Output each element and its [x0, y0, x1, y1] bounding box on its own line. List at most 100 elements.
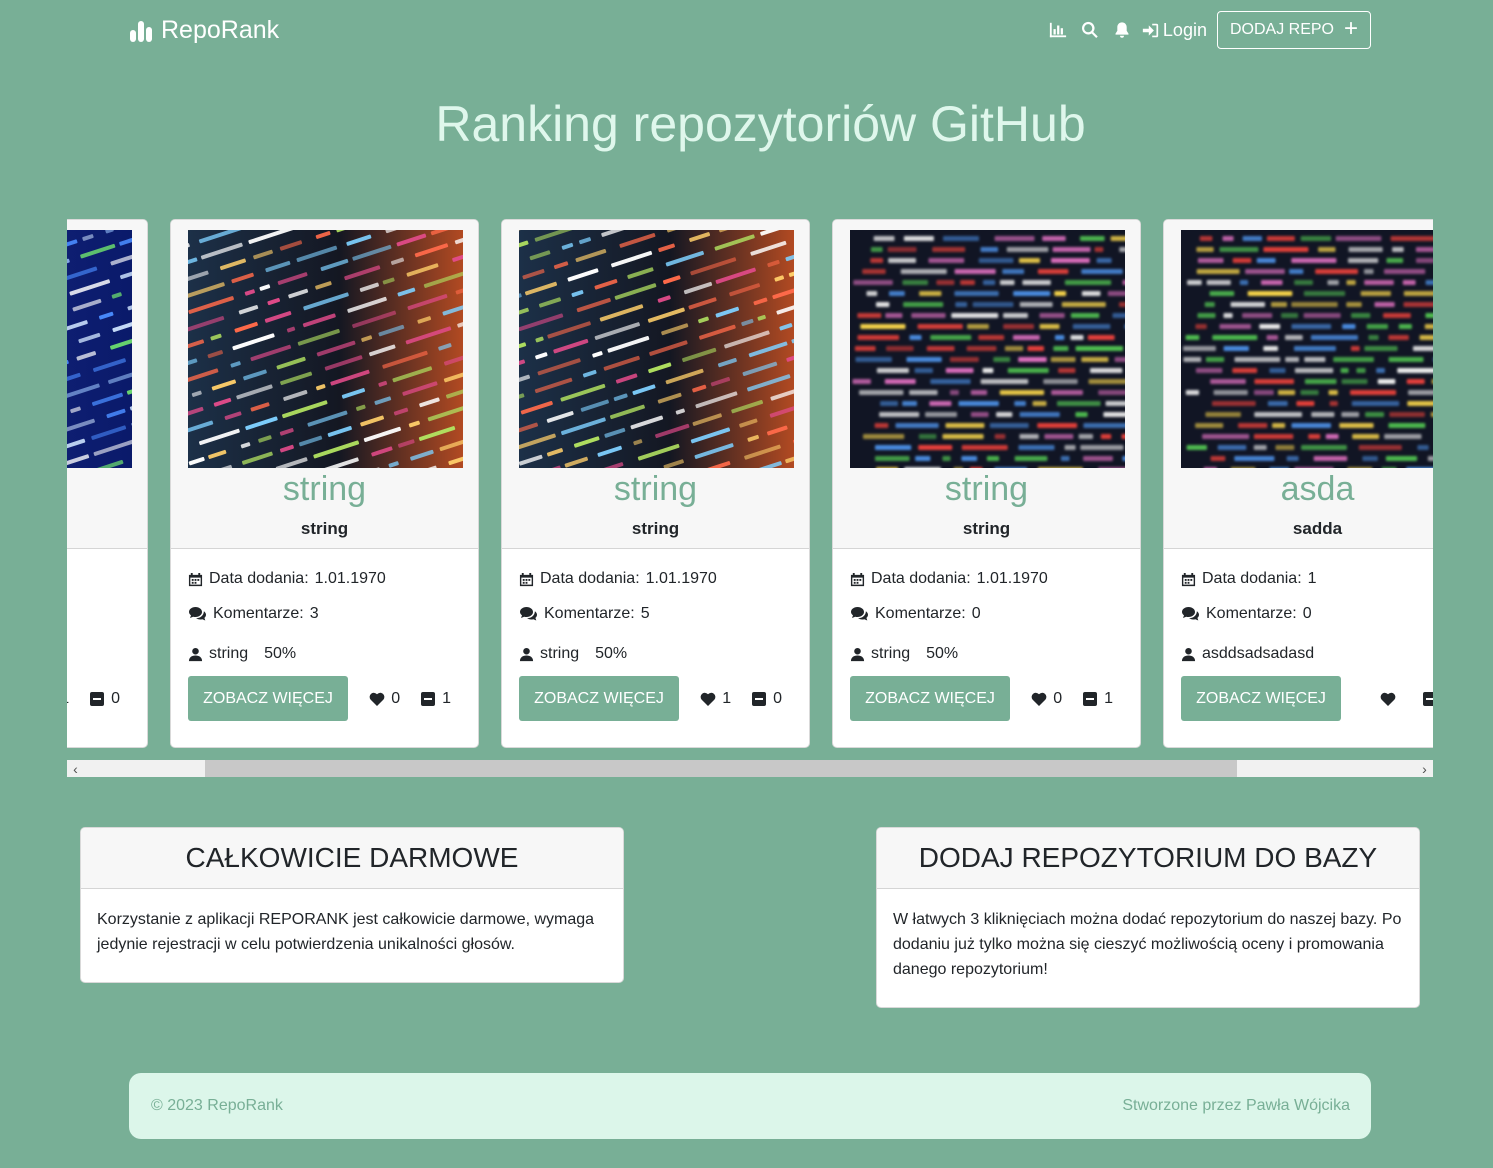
comments-label: Komentarze: — [875, 605, 966, 622]
date-value: 1.01.1970 — [976, 570, 1048, 587]
comments-count: 5 — [640, 605, 650, 622]
see-more-button[interactable]: ZOBACZ WIĘCEJ — [188, 676, 348, 721]
repo-card: asda sadda Data dodania: 1 Komentarze: 0 asdds… — [1163, 219, 1433, 748]
comments-label: Komentarze: — [213, 605, 304, 622]
likes-count: 0 — [391, 689, 401, 707]
minus-square-icon[interactable] — [89, 691, 105, 707]
card-footer: ZOBACZ WIĘCEJ 0 1 — [850, 676, 1123, 721]
date-value: 1 — [1307, 570, 1317, 587]
heart-icon[interactable] — [1380, 691, 1396, 707]
repo-title[interactable]: string — [67, 470, 147, 509]
bar-chart-logo-icon — [130, 20, 152, 42]
author-name: string — [209, 645, 249, 662]
comments-row: Komentarze: 0 — [1181, 604, 1433, 624]
minus-square-icon[interactable] — [420, 691, 436, 707]
scroll-right-arrow-icon[interactable]: › — [1416, 760, 1433, 777]
brand-name: RepoRank — [161, 16, 280, 44]
login-link[interactable]: Login — [1142, 20, 1207, 41]
card-header: string string — [502, 220, 809, 549]
author-name: asddsadsadasd — [1202, 645, 1315, 662]
card-body: Data dodania: 1.01.1970 Komentarze: 5 string… — [502, 549, 809, 721]
repo-carousel[interactable]: stringstringData dodania:1.01.1970Koment… — [67, 218, 1433, 760]
feature-add-repo: DODAJ REPOZYTORIUM DO BAZY W łatwych 3 k… — [876, 827, 1420, 1008]
repo-title[interactable]: string — [833, 470, 1140, 509]
card-body: Data dodania: 1.01.1970 Komentarze: 0 string… — [833, 549, 1140, 721]
comments-label: Komentarze: — [1206, 605, 1297, 622]
date-value: 1.01.1970 — [314, 570, 386, 587]
date-row: Data dodania: 1.01.1970 — [850, 569, 1123, 589]
votes — [1380, 691, 1433, 707]
see-more-button[interactable]: ZOBACZ WIĘCEJ — [519, 676, 679, 721]
card-footer: ZOBACZ WIĘCEJ10 — [67, 676, 130, 721]
author-percent: 50% — [595, 645, 628, 662]
page-title: Ranking repozytoriów GitHub — [435, 96, 1086, 152]
minus-square-icon[interactable] — [1422, 691, 1433, 707]
card-body: Data dodania: 1 Komentarze: 0 asddsadsadasd Z… — [1164, 549, 1433, 721]
minus-square-icon[interactable] — [1082, 691, 1098, 707]
footer: © 2023 RepoRank Stworzone przez Pawła Wó… — [129, 1073, 1371, 1139]
heart-icon[interactable] — [1031, 691, 1047, 707]
comments-label: Komentarze: — [544, 605, 635, 622]
feature-text: Korzystanie z aplikacji REPORANK jest ca… — [97, 911, 595, 953]
user-icon — [188, 647, 203, 662]
card-body: Data dodania: 1.01.1970 Komentarze: 3 string… — [171, 549, 478, 721]
votes: 10 — [700, 690, 782, 708]
search-icon[interactable] — [1080, 20, 1100, 40]
repo-subtitle: string — [631, 519, 680, 538]
repo-title[interactable]: string — [502, 470, 809, 509]
date-label: Data dodania: — [871, 570, 971, 587]
add-repo-label: DODAJ REPO — [1229, 21, 1334, 38]
ranking-chart-icon[interactable] — [1048, 20, 1068, 40]
login-label: Login — [1162, 19, 1207, 40]
comments-count: 0 — [971, 605, 981, 622]
date-label: Data dodania: — [1202, 570, 1302, 587]
date-value: 1.01.1970 — [645, 570, 717, 587]
heart-icon[interactable] — [700, 691, 716, 707]
date-row: Data dodania: 1 — [1181, 569, 1433, 589]
card-body: Data dodania:1.01.1970 Komentarze:2 string… — [67, 549, 147, 721]
repo-subtitle: string — [67, 519, 147, 539]
brand-logo[interactable]: RepoRank — [129, 16, 279, 45]
comments-row: Komentarze: 3 — [188, 604, 461, 624]
heart-icon[interactable] — [369, 691, 385, 707]
repo-title[interactable]: string — [171, 470, 478, 509]
card-header: asda sadda — [1164, 220, 1433, 549]
repo-card: string string Data dodania: 1.01.1970 Koment… — [170, 219, 479, 748]
see-more-button[interactable]: ZOBACZ WIĘCEJ — [850, 676, 1010, 721]
date-row: Data dodania: 1.01.1970 — [519, 569, 792, 589]
calendar-icon — [850, 572, 865, 587]
scroll-thumb[interactable] — [205, 760, 1237, 777]
repo-thumbnail — [67, 230, 132, 468]
author-name: string — [540, 645, 580, 662]
user-icon — [850, 647, 865, 662]
cards-track: stringstringData dodania:1.01.1970Koment… — [67, 219, 1433, 748]
likes-count: 1 — [722, 689, 732, 707]
navbar: RepoRank Login DODAJ REPO + — [0, 0, 1493, 64]
card-header: string string — [67, 220, 147, 549]
minus-square-icon[interactable] — [751, 691, 767, 707]
comments-icon — [1181, 606, 1200, 622]
author-percent: 50% — [926, 645, 959, 662]
comments-row: Komentarze:2 — [67, 604, 130, 624]
comments-icon — [188, 606, 207, 622]
add-repo-button[interactable]: DODAJ REPO + — [1216, 11, 1371, 49]
repo-title[interactable]: asda — [1164, 470, 1433, 509]
likes-count: 1 — [67, 690, 69, 708]
see-more-button[interactable]: ZOBACZ WIĘCEJ — [1181, 676, 1341, 721]
author-row: string50% — [67, 644, 130, 664]
repo-subtitle: sadda — [1292, 519, 1343, 538]
comments-row: Komentarze: 0 — [850, 604, 1123, 624]
dislikes-count: 1 — [1104, 689, 1113, 707]
card-footer: ZOBACZ WIĘCEJ — [1181, 676, 1433, 721]
scroll-left-arrow-icon[interactable]: ‹ — [67, 760, 84, 777]
footer-credit: Stworzone przez Pawła Wójcika — [1122, 1097, 1350, 1114]
repo-card: string string Data dodania: 1.01.1970 Koment… — [832, 219, 1141, 748]
repo-subtitle: string — [962, 519, 1011, 538]
author-row: string50% — [188, 644, 461, 664]
carousel-scrollbar[interactable]: ‹ › — [67, 760, 1433, 777]
bell-icon[interactable] — [1112, 20, 1132, 40]
calendar-icon — [519, 572, 534, 587]
user-icon — [1181, 647, 1196, 662]
footer-copyright: © 2023 RepoRank — [151, 1097, 283, 1114]
date-label: Data dodania: — [540, 570, 640, 587]
